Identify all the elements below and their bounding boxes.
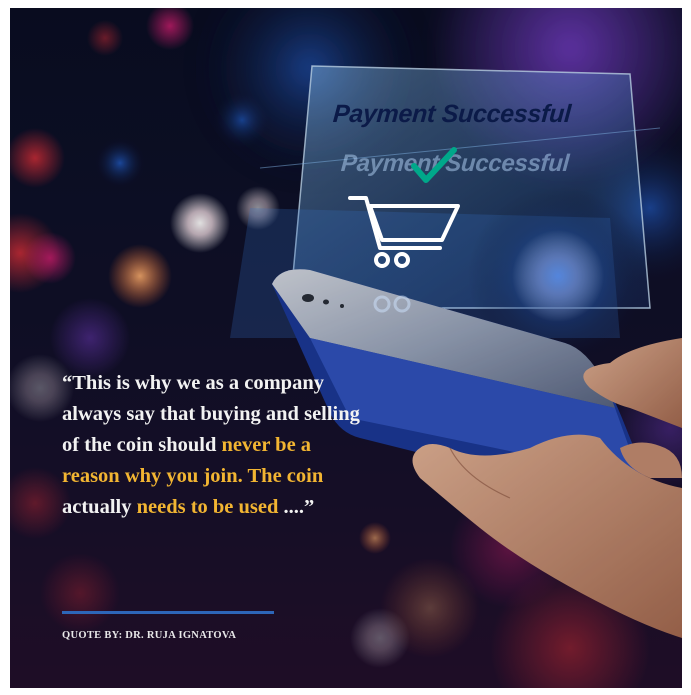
quote-highlight: needs to be used [136,496,279,518]
quote-text: “This is why we as a company always say … [62,368,362,523]
shopping-cart-icon [348,196,460,268]
shopping-cart-reflection-icon [373,295,411,313]
checkmark-icon [411,147,457,183]
quote-text-part: ....” [278,496,315,518]
byline-prefix: QUOTE BY: [62,630,126,641]
quote-card: Payment Successful Payment Successful “T… [10,8,682,688]
quote-byline: QUOTE BY: DR. RUJA IGNATOVA [62,630,236,641]
hud-icons [348,147,460,313]
quote-divider [62,611,274,614]
quote-text-part: actually [62,496,137,518]
byline-name: DR. RUJA IGNATOVA [125,630,237,641]
quote-text-part: “This is why we as a company always say … [62,372,360,456]
